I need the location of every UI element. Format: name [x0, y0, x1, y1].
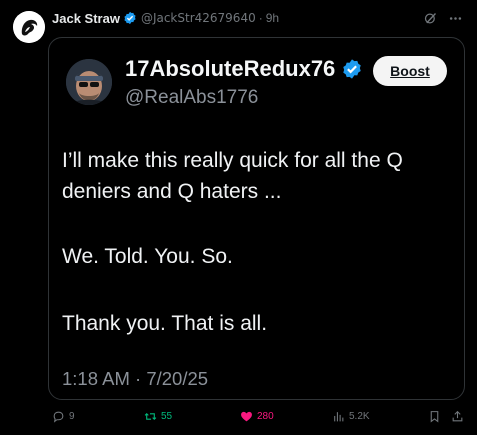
quoted-timestamp[interactable]: 1:18 AM · 7/20/25: [62, 368, 208, 390]
header-icons: [423, 11, 463, 26]
share-icon: [452, 410, 463, 422]
author-avatar[interactable]: [13, 11, 45, 43]
quoted-text-line: I’ll make this really quick for all the …: [62, 149, 403, 172]
bookmark-icon: [430, 411, 439, 423]
repost-icon: [144, 413, 157, 420]
boost-button[interactable]: Boost: [373, 56, 447, 86]
reply-count: 9: [69, 411, 75, 422]
views-button[interactable]: 5.2K: [332, 410, 370, 423]
share-button[interactable]: [451, 410, 464, 423]
grok-icon[interactable]: [423, 11, 438, 26]
action-bar: 9 55 280 5.2K: [0, 410, 477, 426]
quoted-text-line: deniers and Q haters ...: [62, 180, 282, 203]
post-header: Jack Straw @JackStr42679640 · 9h: [52, 8, 463, 28]
quoted-author-name-text: 17AbsoluteRedux76: [125, 56, 336, 81]
separator: ·: [258, 11, 263, 25]
like-button[interactable]: 280: [240, 410, 274, 423]
heart-icon: [241, 411, 252, 422]
reply-icon: [53, 411, 64, 423]
reply-button[interactable]: 9: [52, 410, 75, 423]
quoted-author-avatar[interactable]: [66, 59, 112, 105]
bookmark-button[interactable]: [428, 410, 441, 423]
verified-badge-icon: [343, 59, 362, 79]
quoted-post-card[interactable]: 17AbsoluteRedux76 @RealAbs1776 Boost I’l…: [48, 37, 465, 400]
post-time[interactable]: 9h: [266, 11, 279, 25]
quoted-author-handle[interactable]: @RealAbs1776: [125, 87, 258, 109]
author-handle[interactable]: @JackStr42679640: [141, 11, 256, 25]
repost-button[interactable]: 55: [144, 410, 172, 423]
author-name[interactable]: Jack Straw: [52, 11, 120, 26]
quoted-author-name[interactable]: 17AbsoluteRedux76: [125, 56, 367, 82]
quoted-text-line: We. Told. You. So.: [62, 245, 233, 268]
verified-badge-icon: [124, 11, 136, 25]
more-icon[interactable]: [448, 11, 463, 26]
like-count: 280: [257, 411, 274, 422]
quoted-text-line: Thank you. That is all.: [62, 312, 268, 335]
repost-count: 55: [161, 411, 173, 422]
views-count: 5.2K: [349, 411, 370, 422]
views-icon: [334, 412, 344, 422]
